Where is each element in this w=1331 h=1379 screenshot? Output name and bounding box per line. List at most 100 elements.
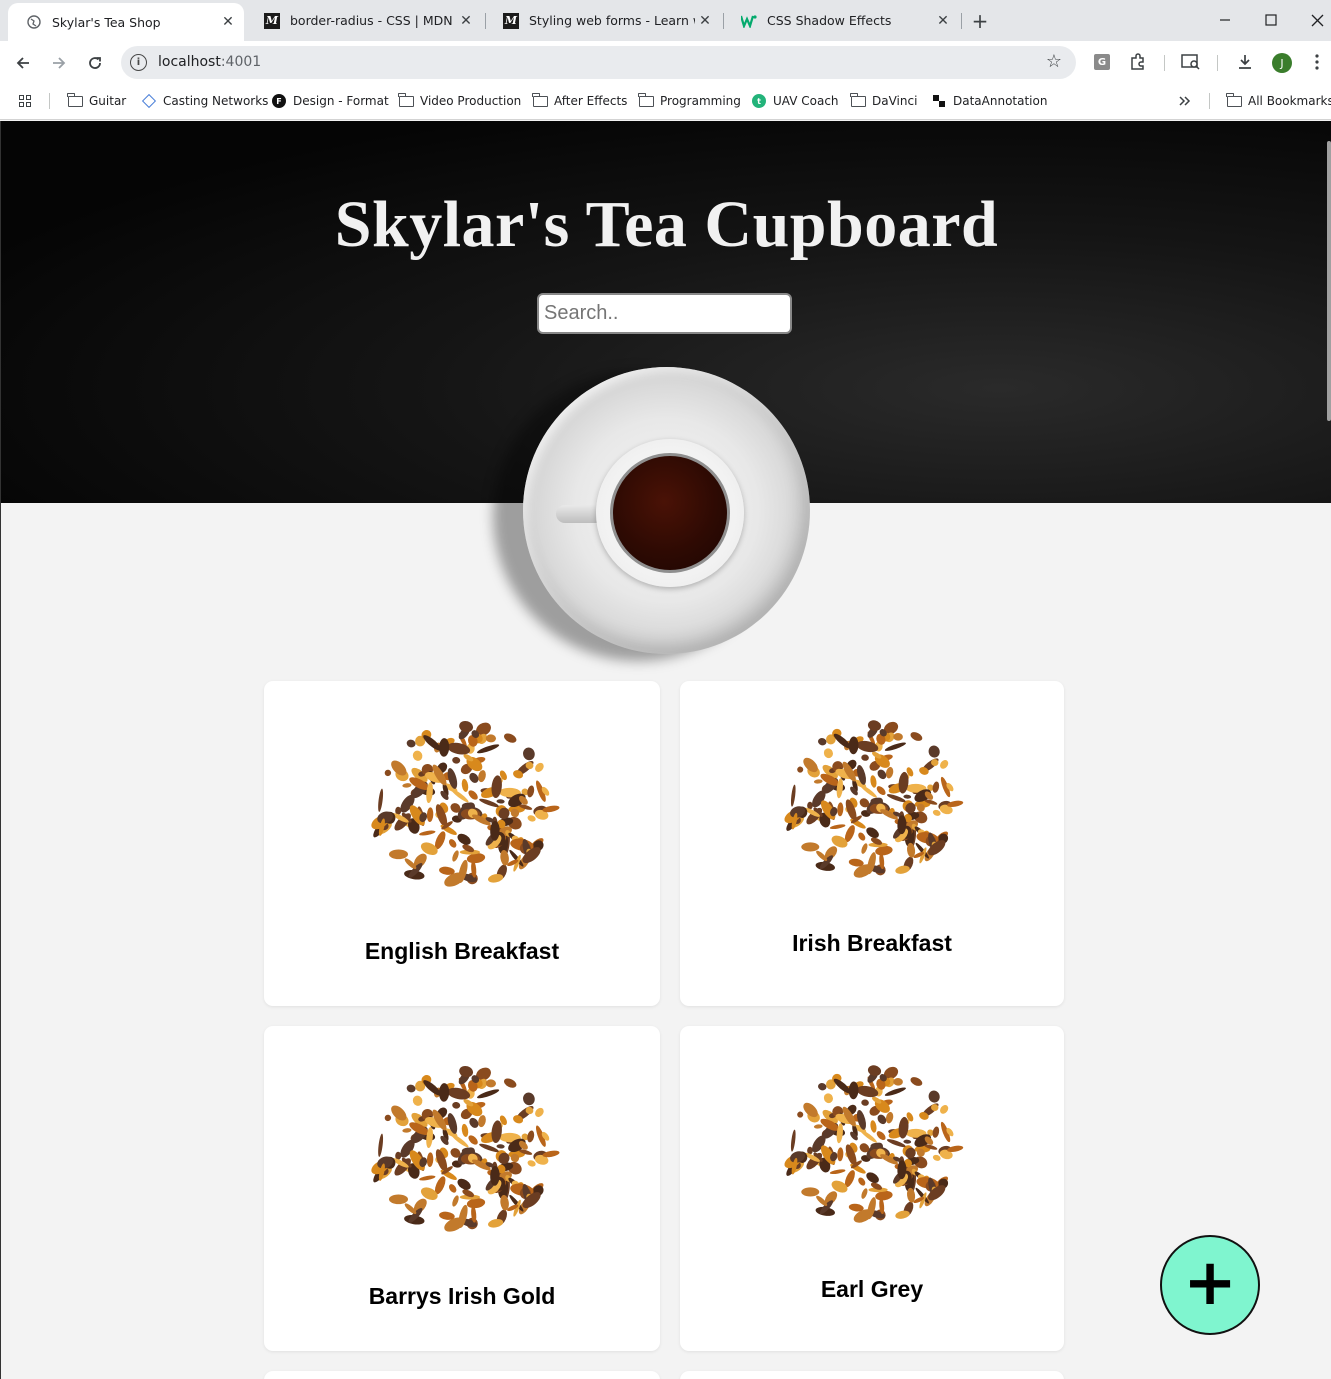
tea-leaf [468, 790, 478, 800]
uav-coach-icon: t [751, 94, 767, 108]
folder-icon [638, 92, 654, 108]
tea-leaf [448, 839, 457, 848]
tab-css-shadow-effects[interactable]: CSS Shadow Effects ✕ [723, 0, 959, 41]
tea-leaf [384, 769, 392, 777]
tea-leaf [496, 799, 505, 804]
tea-leaf [818, 1082, 827, 1091]
tab-search-icon[interactable] [1180, 51, 1202, 73]
tea-leaf [801, 1187, 820, 1197]
tea-leaf [419, 830, 436, 836]
add-tea-button[interactable]: + [1160, 1235, 1260, 1335]
page-title: Skylar's Tea Cupboard [334, 188, 999, 261]
tea-leaf [523, 1092, 535, 1106]
tea-leaf [932, 809, 941, 816]
tea-leaf [876, 1131, 886, 1141]
tea-leaf [412, 750, 423, 761]
tea-card[interactable] [264, 1371, 660, 1379]
page-viewport: Skylar's Tea Cupboard English Breakfast … [0, 121, 1331, 1379]
tea-leaf [876, 786, 886, 796]
tab-border-radius-mdn[interactable]: M border-radius - CSS | MDN ✕ [246, 0, 482, 41]
tea-leaf [504, 1078, 517, 1088]
tea-leaf [527, 1130, 535, 1143]
tab-skylars-tea-shop[interactable]: Skylar's Tea Shop ✕ [8, 3, 244, 41]
bookmark-uav-coach[interactable]: t UAV Coach [751, 92, 839, 110]
tea-leaf [448, 1184, 457, 1193]
tea-leaf [885, 1111, 894, 1124]
tea-leaf [893, 733, 903, 741]
tea-leaf [813, 1124, 823, 1129]
minimize-icon[interactable] [1212, 8, 1238, 32]
tea-leaf [504, 733, 517, 743]
tea-leaf [903, 794, 912, 799]
bookmark-after-effects[interactable]: After Effects [532, 92, 627, 110]
tea-leaf [477, 744, 500, 754]
close-tab-icon[interactable]: ✕ [933, 11, 953, 31]
tea-card[interactable]: Irish Breakfast [680, 681, 1064, 1006]
tea-leaf [378, 1133, 384, 1157]
tea-leaf [932, 781, 940, 793]
tea-leaf [790, 784, 796, 807]
tab-styling-web-forms[interactable]: M Styling web forms - Learn web d ✕ [485, 0, 721, 41]
new-tab-icon[interactable]: + [968, 9, 992, 33]
tea-leaf [479, 1143, 499, 1153]
bookmark-casting-networks[interactable]: Casting Networks [141, 92, 268, 110]
more-bookmarks-chevron-icon[interactable] [1178, 92, 1192, 110]
folder-icon [532, 92, 548, 108]
tea-card[interactable]: English Breakfast [264, 681, 660, 1006]
tea-leaf [932, 1154, 941, 1161]
bookmark-dataannotation[interactable]: DataAnnotation [931, 92, 1047, 110]
bookmark-guitar[interactable]: Guitar [67, 92, 126, 110]
tea-card[interactable]: Earl Grey [680, 1026, 1064, 1351]
bookmark-video-production[interactable]: Video Production [398, 92, 521, 110]
bookmarks-divider [49, 93, 50, 109]
tea-leaf [402, 1128, 412, 1133]
close-tab-icon[interactable]: ✕ [218, 12, 238, 32]
scrollbar-thumb[interactable] [1327, 141, 1331, 421]
tea-leaf [858, 832, 866, 841]
page-scrollbar[interactable] [1325, 121, 1331, 1379]
close-tab-icon[interactable]: ✕ [695, 11, 715, 31]
tea-leaf [535, 762, 544, 772]
bookmarks-bar: Guitar Casting Networks F Design - Forma… [0, 83, 1331, 120]
tea-leaf [797, 766, 804, 773]
profile-avatar[interactable]: J [1272, 53, 1292, 73]
dataannotation-icon [931, 94, 947, 108]
tea-leaf [829, 824, 846, 830]
tea-leaf [527, 785, 535, 798]
folder-icon [1226, 92, 1242, 108]
tea-leaf [378, 788, 384, 812]
bookmark-davinci[interactable]: DaVinci [850, 92, 917, 110]
tea-card[interactable]: Barrys Irish Gold [264, 1026, 660, 1351]
toolbar-divider [1217, 55, 1218, 71]
close-tab-icon[interactable]: ✕ [456, 11, 476, 31]
tea-leaf [910, 732, 923, 741]
back-icon[interactable] [10, 50, 36, 76]
w3schools-icon [741, 13, 757, 29]
search-input[interactable] [537, 293, 792, 334]
tea-leaf [884, 742, 906, 751]
download-icon[interactable] [1234, 51, 1256, 73]
tea-card[interactable] [680, 1371, 1064, 1379]
folder-icon [398, 92, 414, 108]
reload-icon[interactable] [82, 50, 108, 76]
folder-icon [67, 92, 83, 108]
site-info-icon[interactable]: i [130, 54, 147, 71]
tea-leaf [861, 1188, 868, 1199]
tea-leaf [452, 1101, 461, 1109]
tea-leaf [468, 1135, 478, 1145]
format-logo-icon: F [271, 94, 287, 108]
bookmark-star-icon[interactable]: ☆ [1046, 51, 1062, 72]
menu-kebab-icon[interactable] [1306, 51, 1328, 73]
tea-name: Earl Grey [820, 1276, 924, 1302]
extension-g-icon[interactable]: G [1091, 51, 1113, 73]
window-close-icon[interactable] [1304, 8, 1330, 32]
address-bar[interactable]: i localhost:4001 ☆ [121, 46, 1076, 79]
tab-title: Skylar's Tea Shop [52, 14, 161, 30]
apps-icon[interactable] [19, 92, 31, 110]
forward-icon[interactable] [46, 50, 72, 76]
bookmark-design-format[interactable]: F Design - Format [271, 92, 389, 110]
maximize-icon[interactable] [1258, 8, 1284, 32]
bookmark-programming[interactable]: Programming [638, 92, 741, 110]
extensions-puzzle-icon[interactable] [1127, 51, 1149, 73]
all-bookmarks[interactable]: All Bookmarks [1226, 92, 1331, 110]
